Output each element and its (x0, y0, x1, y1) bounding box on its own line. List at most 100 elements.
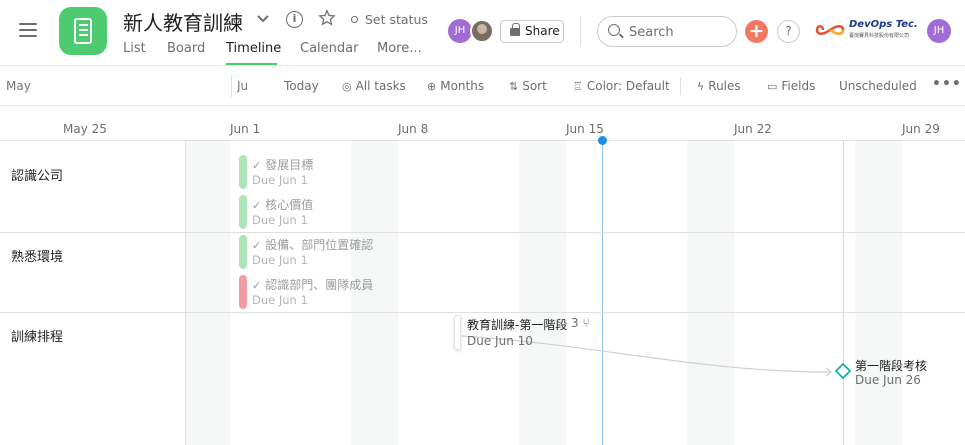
unscheduled-label: Unscheduled (839, 79, 917, 93)
milestone-name[interactable]: 第一階段考核 (855, 357, 927, 374)
sort-button[interactable]: ⇅ Sort (509, 79, 547, 93)
task-name: 核心價值 (265, 198, 314, 212)
sort-label: Sort (522, 79, 547, 93)
fields-icon: ▭ (767, 80, 778, 93)
today-marker (598, 136, 607, 145)
brand-name: DevOps Tec. (849, 19, 918, 30)
section-label[interactable]: 認識公司 (11, 165, 63, 184)
project-title[interactable]: 新人教育訓練 (123, 7, 243, 36)
color-label: Color: Default (586, 79, 670, 93)
end-date-input[interactable] (237, 75, 267, 97)
task-bar[interactable] (239, 155, 247, 189)
task-name-row: ✓ 核心價值 (252, 196, 313, 213)
help-button[interactable]: ? (777, 20, 800, 43)
chevron-down-icon[interactable] (256, 13, 270, 25)
brand-logo: DevOps Tec. 臺灣賽貝科技股份有限公司 (815, 19, 918, 43)
project-icon[interactable] (59, 7, 107, 55)
task-due: Due Jun 1 (252, 253, 308, 267)
avatar[interactable]: JH (448, 19, 472, 43)
task-name: 認識部門、團隊成員 (265, 278, 374, 292)
info-icon[interactable]: i (286, 11, 303, 28)
sort-icon: ⇅ (509, 80, 519, 93)
section-label[interactable]: 熟悉環境 (11, 246, 63, 265)
weekend-column (351, 141, 398, 445)
checkmark-icon: ✓ (252, 159, 262, 172)
week-label: Jun 22 (734, 122, 772, 136)
months-label: Months (440, 79, 485, 93)
search-icon (608, 24, 620, 36)
toolbar-divider (680, 77, 681, 95)
rules-label: Rules (708, 79, 741, 93)
task-due: Due Jun 1 (252, 213, 308, 227)
task-bar[interactable] (239, 195, 247, 229)
task-bar[interactable] (239, 275, 247, 309)
user-avatar[interactable]: JH (927, 19, 951, 43)
section-divider (0, 312, 965, 313)
paint-brush-icon: ♖ (573, 80, 583, 93)
lock-icon (510, 23, 520, 36)
task-card[interactable]: 教育訓練-第一階段 3 ⑂ Due Jun 10 (454, 315, 606, 350)
section-divider (0, 232, 965, 233)
unscheduled-button[interactable]: Unscheduled (839, 79, 917, 93)
avatar-photo[interactable] (470, 19, 494, 43)
task-due: Due Jun 1 (252, 293, 308, 307)
tab-board[interactable]: Board (167, 41, 205, 56)
date-separator (231, 75, 232, 97)
start-date-input[interactable] (6, 75, 226, 97)
task-name: 設備、部門位置確認 (265, 238, 374, 252)
fields-button[interactable]: ▭ Fields (767, 79, 815, 93)
milestone-diamond-icon[interactable] (835, 363, 851, 379)
checkmark-icon: ✓ (252, 279, 262, 292)
search-input[interactable] (629, 23, 729, 41)
week-label: Jun 1 (230, 122, 261, 136)
task-drag-handle[interactable] (454, 315, 461, 350)
status-circle-icon[interactable] (351, 16, 358, 23)
milestone-due: Due Jun 26 (855, 373, 921, 387)
weekend-column (855, 141, 902, 445)
search-box[interactable] (597, 16, 737, 47)
months-zoom[interactable]: ⊕ Months (427, 79, 484, 93)
tab-timeline[interactable]: Timeline (226, 41, 281, 56)
milestone-guide-line (843, 141, 844, 445)
share-button[interactable]: Share (500, 20, 564, 43)
color-button[interactable]: ♖ Color: Default (573, 79, 670, 93)
tab-calendar[interactable]: Calendar (300, 41, 358, 56)
subtask-icon: ⑂ (582, 316, 590, 330)
share-label: Share (525, 24, 560, 38)
tab-more[interactable]: More... (377, 41, 422, 56)
subtask-count[interactable]: 3 ⑂ (571, 316, 590, 330)
top-bar: 新人教育訓練 i Set status List Board Timeline … (0, 0, 965, 66)
task-bar[interactable] (239, 235, 247, 269)
fields-label: Fields (781, 79, 816, 93)
task-name-row: ✓ 發展目標 (252, 156, 313, 173)
rules-button[interactable]: ϟ Rules (697, 79, 741, 93)
today-button[interactable]: Today (284, 79, 319, 93)
task-due: Due Jun 10 (467, 334, 533, 348)
all-tasks-filter[interactable]: ◎ All tasks (342, 79, 406, 93)
timeline-header-rule (0, 140, 965, 141)
star-icon[interactable] (318, 9, 336, 27)
section-label[interactable]: 訓練排程 (11, 326, 63, 345)
checkmark-icon: ✓ (252, 199, 262, 212)
weekend-column (687, 141, 734, 445)
hamburger-menu-icon[interactable] (19, 23, 37, 37)
week-label: Jun 15 (566, 122, 604, 136)
week-label: Jun 29 (902, 122, 940, 136)
more-options-icon[interactable]: ••• (932, 76, 962, 92)
section-column-border (185, 140, 186, 445)
task-due: Due Jun 1 (252, 173, 308, 187)
set-status-button[interactable]: Set status (365, 12, 428, 27)
header-divider (580, 16, 581, 46)
zoom-icon: ⊕ (427, 80, 437, 93)
tab-list[interactable]: List (123, 41, 146, 56)
brand-subtitle: 臺灣賽貝科技股份有限公司 (849, 33, 910, 39)
weekend-column (186, 141, 230, 445)
checkmark-icon: ✓ (252, 239, 262, 252)
today-line (602, 140, 603, 445)
check-circle-icon: ◎ (342, 80, 352, 93)
active-tab-indicator (226, 63, 277, 65)
task-name: 發展目標 (265, 158, 314, 172)
add-button[interactable]: + (745, 20, 768, 43)
today-label: Today (284, 79, 319, 93)
infinity-logo-icon (815, 25, 845, 35)
